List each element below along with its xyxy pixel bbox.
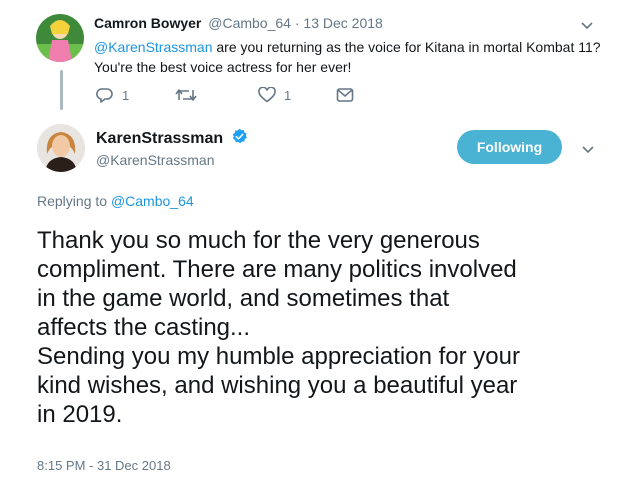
reply-icon [96, 88, 113, 103]
replying-to: Replying to @Cambo_64 [37, 193, 194, 209]
reply-count: 1 [122, 87, 130, 103]
parent-caret[interactable] [580, 18, 594, 36]
tweet-timestamp[interactable]: 8:15 PM - 31 Dec 2018 [37, 458, 171, 473]
author-handle[interactable]: @KarenStrassman [96, 152, 248, 168]
author-header: KarenStrassman @KarenStrassman [96, 128, 248, 168]
parent-tweet-text: @KarenStrassman are you returning as the… [94, 37, 614, 77]
tweet-text: Thank you so much for the very generous … [37, 227, 520, 428]
parent-text-line2: You're the best voice actress for her ev… [94, 59, 352, 75]
like-icon [258, 87, 276, 103]
dm-action[interactable] [336, 87, 354, 103]
verified-badge-icon [232, 128, 247, 144]
parent-display-name[interactable]: Camron Bowyer [94, 15, 201, 31]
following-button[interactable]: Following [457, 130, 562, 164]
author-avatar[interactable] [37, 124, 85, 172]
like-count: 1 [284, 87, 292, 103]
parent-date[interactable]: 13 Dec 2018 [303, 15, 382, 31]
replying-prefix: Replying to [37, 193, 111, 209]
parent-handle[interactable]: @Cambo_64 [208, 15, 291, 31]
author-display-name[interactable]: KarenStrassman [96, 130, 223, 147]
mention-link[interactable]: @KarenStrassman [94, 39, 212, 55]
parent-avatar[interactable] [36, 14, 84, 62]
reply-action[interactable]: 1 [96, 87, 129, 103]
retweet-action[interactable] [175, 87, 197, 103]
chevron-down-icon [582, 146, 594, 154]
thread-connector [60, 70, 63, 110]
like-action[interactable]: 1 [258, 87, 291, 103]
dm-icon [336, 88, 354, 102]
parent-text-line1: are you returning as the voice for Kitan… [212, 39, 601, 55]
chevron-down-icon [581, 22, 593, 30]
parent-tweet-header: Camron Bowyer @Cambo_64 · 13 Dec 2018 [94, 15, 383, 31]
replying-to-link[interactable]: @Cambo_64 [111, 193, 194, 209]
author-caret[interactable] [581, 142, 595, 160]
retweet-icon [175, 89, 197, 101]
